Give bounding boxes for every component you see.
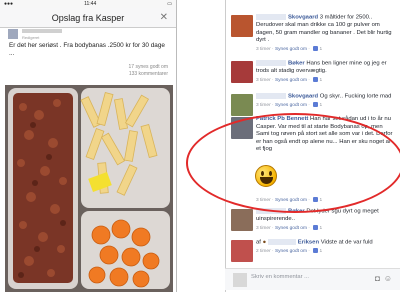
like-count: 1 [319, 77, 323, 83]
thumbs-up-icon [313, 46, 319, 52]
battery-icon: ▭ [167, 1, 172, 7]
avatar[interactable] [231, 15, 253, 37]
comment-meta: 3 timer · Synes godt om · 1 [256, 46, 323, 52]
status-time: 11:44 [84, 1, 97, 7]
food-photo-image [5, 85, 173, 292]
redacted-author-name [22, 29, 62, 33]
comment-item: Skovgaard 3 måltider for 2500.. Derudove… [226, 14, 400, 58]
like-link[interactable]: Synes godt om [275, 103, 307, 108]
like-link[interactable]: Synes godt om [275, 78, 307, 83]
comment-composer: Skriv en kommentar ... ◘ ☺ [225, 268, 400, 290]
left-phone-screenshot: ●●● 11:44 ▭ Opslag fra Kasper ✕ Redigere… [0, 0, 177, 292]
thumbs-up-icon [313, 76, 319, 82]
avatar[interactable] [231, 209, 253, 231]
camera-icon[interactable]: ◘ [375, 274, 380, 283]
comment-meta: 3 timer · Synes godt om · 1 [256, 224, 323, 231]
comment-author[interactable]: Skovgaard [288, 15, 318, 21]
comment-meta: 3 timer · Synes godt om · 1 [256, 76, 323, 83]
status-bar: ●●● 11:44 ▭ [0, 0, 176, 8]
comment-time: 3 timer [256, 77, 271, 83]
comment-time: 3 timer [256, 46, 271, 52]
thumbs-up-icon [313, 102, 319, 108]
emoji-icon[interactable]: ☺ [384, 274, 392, 283]
comment-author[interactable]: Bøker [288, 61, 305, 67]
comment-prefix: af [256, 239, 261, 246]
comments-count[interactable]: 133 kommentarer [129, 71, 168, 78]
like-count: 1 [319, 225, 323, 231]
comment-time: 3 timer [256, 225, 271, 231]
comment-item: Skovgaard Og skyr.. Fucking lorte mad 3 … [226, 93, 400, 116]
poop-emoji-icon: ● [262, 239, 267, 246]
post-meta: 17 synes godt om 133 kommentarer [129, 64, 168, 78]
post-title: Opslag fra Kasper [51, 12, 125, 23]
comment-input[interactable]: Skriv en kommentar ... [251, 274, 309, 280]
thumbs-up-icon [313, 248, 319, 254]
post-text: Er det her seriøst . Fra bodybanas .2500… [9, 42, 165, 58]
like-count: 1 [319, 249, 323, 255]
like-count: 1 [319, 103, 323, 109]
likes-count[interactable]: 17 synes godt om [129, 64, 168, 71]
redacted-name-part [256, 93, 286, 99]
thumbs-up-icon [313, 224, 319, 230]
like-link[interactable]: Synes godt om [275, 47, 307, 52]
close-icon[interactable]: ✕ [160, 12, 168, 23]
post-edited-label: Redigeret [22, 35, 40, 40]
comment-text: Vidste at de var fuld [320, 239, 373, 246]
like-count: 1 [319, 46, 323, 52]
comment-item: af ● Eriksen Vidste at de var fuld 2 tim… [226, 239, 400, 265]
avatar [233, 273, 247, 287]
redacted-name-part [256, 14, 286, 20]
comment-text: Og skyr.. Fucking lorte mad [319, 93, 392, 100]
comment-meta: 3 timer · Synes godt om · 1 [256, 102, 323, 109]
avatar[interactable] [8, 29, 18, 39]
redacted-name-part [256, 60, 286, 66]
comment-author[interactable]: Eriksen [298, 240, 319, 246]
redacted-name-part [267, 239, 296, 245]
highlight-circle [186, 113, 400, 213]
food-photo[interactable] [5, 85, 173, 292]
post-author: Redigeret [8, 29, 168, 41]
avatar[interactable] [231, 240, 253, 262]
comment-time: 3 timer [256, 103, 271, 109]
signal-icon: ●●● [4, 1, 14, 7]
avatar[interactable] [231, 61, 253, 83]
comment-time: 2 timer [256, 249, 271, 255]
avatar[interactable] [231, 94, 253, 116]
like-link[interactable]: Synes godt om [275, 249, 307, 254]
comment-item: Bøker Hans ben ligner mine og jeg er tro… [226, 60, 400, 92]
post-navbar: Opslag fra Kasper ✕ [0, 8, 176, 28]
comment-meta: 2 timer · Synes godt om · 1 [256, 248, 323, 255]
like-link[interactable]: Synes godt om [275, 226, 307, 231]
comment-author[interactable]: Skovgaard [288, 94, 318, 100]
